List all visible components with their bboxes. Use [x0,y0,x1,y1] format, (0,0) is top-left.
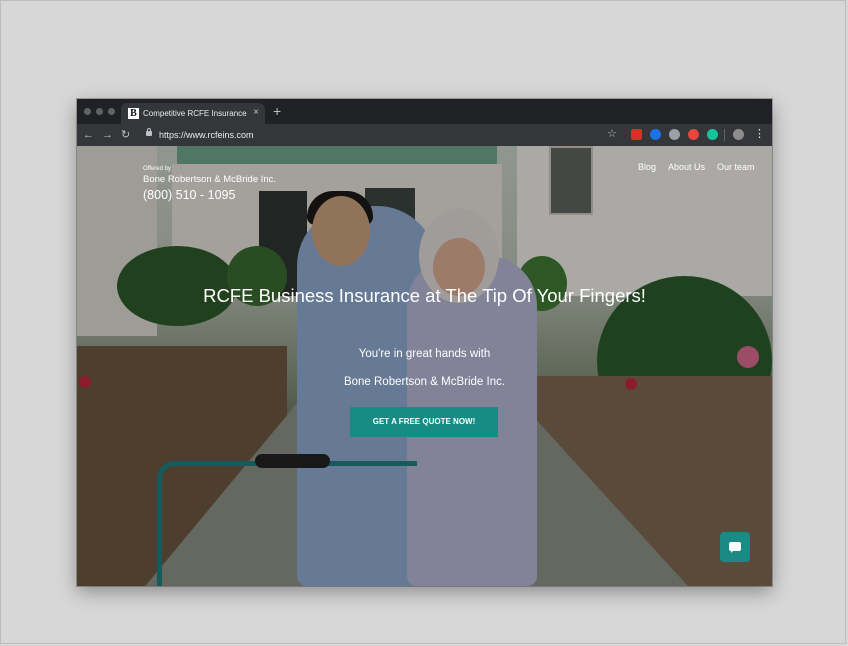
extension-drop-icon[interactable] [688,129,699,140]
lock-icon [146,128,152,136]
address-bar[interactable]: https://www.rcfeins.com [139,126,619,144]
tab-title: Competitive RCFE Insurance p [143,109,247,118]
tab-strip: B Competitive RCFE Insurance p × + [77,99,772,124]
chat-bubble-icon [729,542,741,553]
nav-link-our-team[interactable]: Our team [717,161,755,173]
grammarly-icon[interactable] [707,129,718,140]
hero-subtitle-line2: Bone Robertson & McBride Inc. [343,376,506,388]
toolbar-divider [724,129,725,141]
phone-number-link[interactable]: (800) 510 - 1095 [143,187,235,203]
browser-toolbar: ← → ↻ https://www.rcfeins.com ☆ ⋮ [77,124,772,146]
chat-widget-button[interactable] [720,532,750,562]
browser-menu-icon[interactable]: ⋮ [754,127,765,141]
nav-link-blog[interactable]: Blog [638,161,656,173]
offered-by-label: Offered by [143,166,171,172]
get-quote-button[interactable]: GET A FREE QUOTE NOW! [350,407,498,437]
reload-button[interactable]: ↻ [121,127,130,143]
browser-tab[interactable]: B Competitive RCFE Insurance p × [121,103,265,124]
close-window-button[interactable] [84,108,91,115]
minimize-window-button[interactable] [96,108,103,115]
browser-window: B Competitive RCFE Insurance p × + ← → ↻… [77,99,772,586]
company-name: Bone Robertson & McBride Inc. [143,174,277,185]
hero-subtitle-line1: You're in great hands with [358,348,491,360]
extension-red-icon[interactable] [631,129,642,140]
site-favicon-icon: B [128,108,139,119]
forward-button[interactable]: → [102,127,113,143]
bookmark-star-icon[interactable]: ☆ [607,127,617,141]
zoom-window-button[interactable] [108,108,115,115]
url-text: https://www.rcfeins.com [159,130,254,140]
web-page: Offered by Bone Robertson & McBride Inc.… [77,146,772,586]
tab-close-icon[interactable]: × [253,107,259,119]
hero-title: RCFE Business Insurance at The Tip Of Yo… [203,285,646,306]
new-tab-button[interactable]: + [273,103,281,119]
extension-blue-icon[interactable] [650,129,661,140]
profile-avatar-icon[interactable] [733,129,744,140]
nav-link-about-us[interactable]: About Us [668,161,705,173]
extension-gray-icon[interactable] [669,129,680,140]
back-button[interactable]: ← [83,127,94,143]
